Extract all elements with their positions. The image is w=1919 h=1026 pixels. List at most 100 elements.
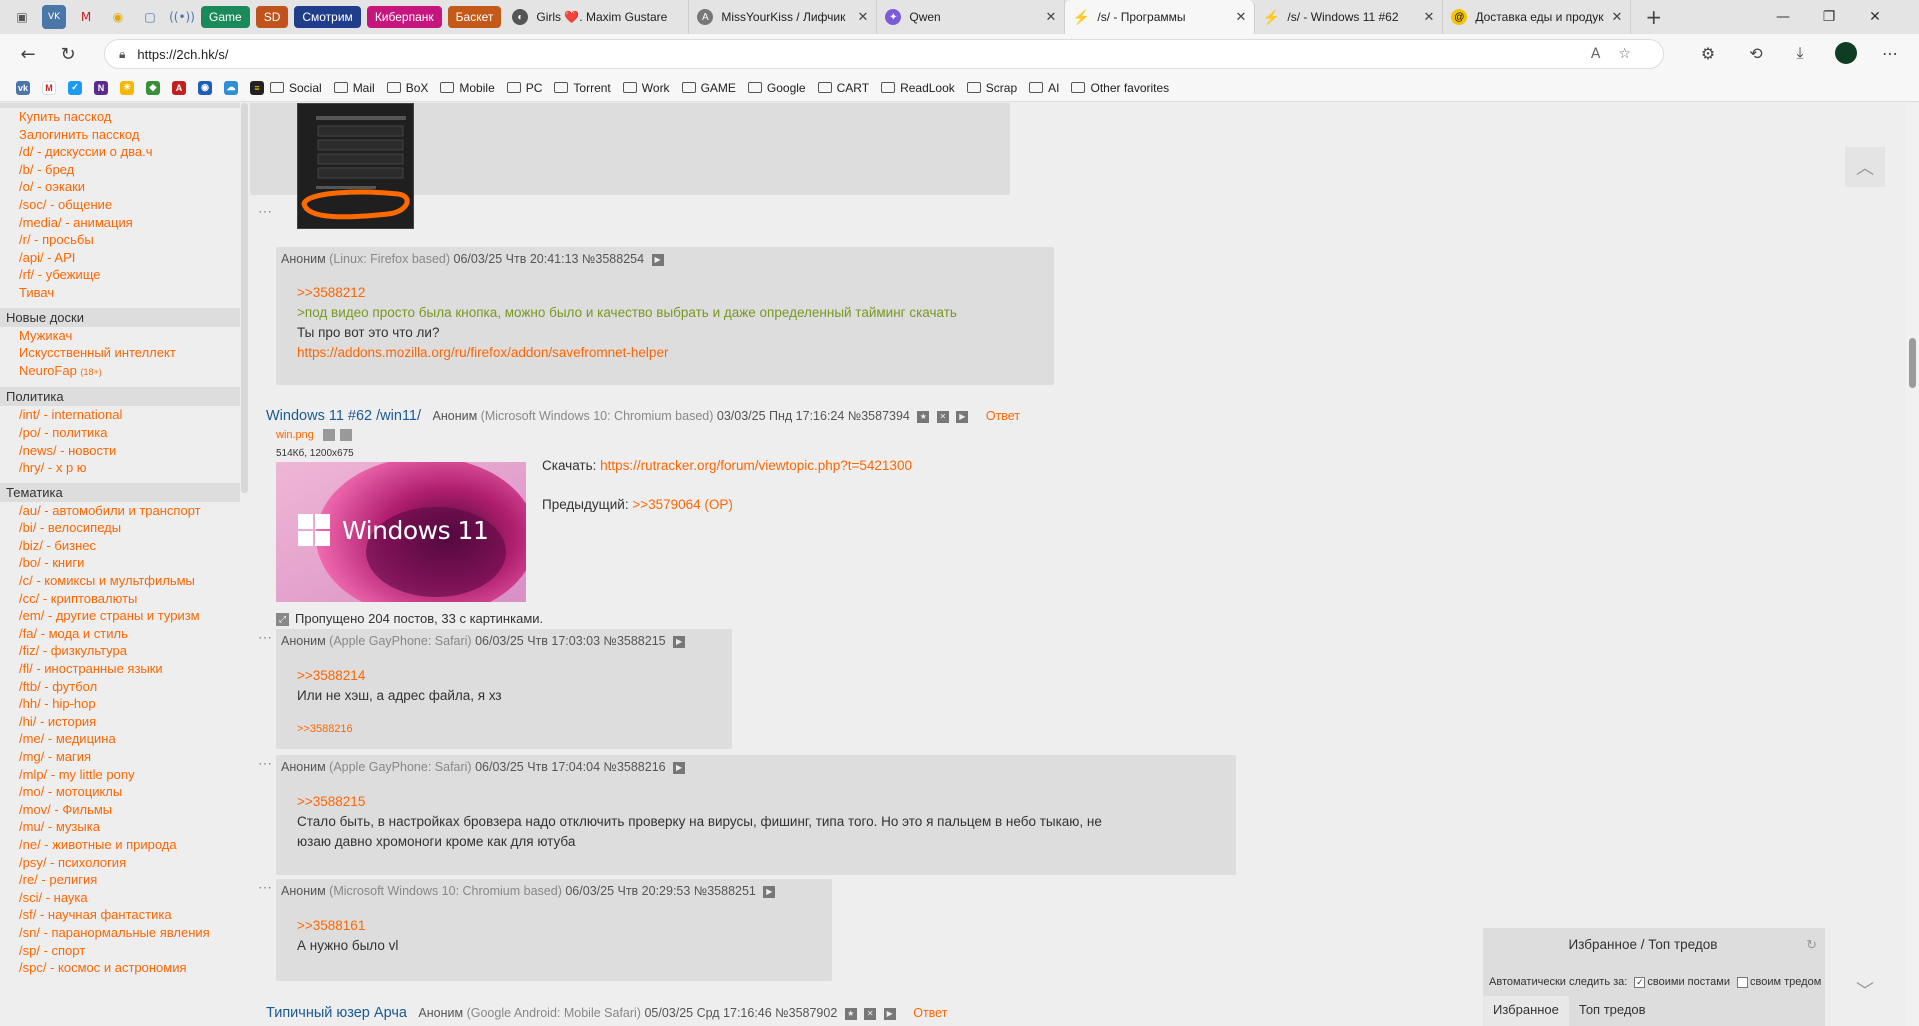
sun-favicon[interactable]: ☀ <box>120 80 134 95</box>
tab-actions-icon[interactable]: ▣ <box>10 5 34 29</box>
sidebar-board-link[interactable]: NeuroFap (18+) <box>0 362 240 382</box>
window-tab-icon[interactable]: ▢ <box>138 5 162 29</box>
sidebar-board-link[interactable]: /api/ - API <box>0 249 240 267</box>
gmail-favicon[interactable]: M <box>42 80 56 95</box>
post-number[interactable]: №3587394 <box>848 409 910 423</box>
favorites-folder[interactable]: ReadLook <box>881 81 955 95</box>
address-bar-actions[interactable]: A☆ <box>1591 46 1649 62</box>
post-menu-icon[interactable]: ⋯ <box>258 879 272 896</box>
play-icon[interactable]: ▶ <box>956 410 969 423</box>
sidebar-board-link[interactable]: /media/ - анимация <box>0 214 240 232</box>
star-icon[interactable]: ★ <box>844 1007 857 1020</box>
post-number[interactable]: №3588216 <box>604 760 666 774</box>
sidebar-board-link[interactable]: /hry/ - х р ю <box>0 459 240 477</box>
post-number[interactable]: №3587902 <box>775 1006 837 1020</box>
sidebar-board-link[interactable]: Залогинить пасскод <box>0 126 240 144</box>
favorites-folder[interactable]: Google <box>747 81 806 95</box>
sidebar-board-link[interactable]: /spc/ - космос и астрономия <box>0 959 240 977</box>
skipped-posts[interactable]: ⤢ Пропущено 204 постов, 33 с картинками. <box>276 611 543 627</box>
sidebar-board-link[interactable]: /news/ - новости <box>0 442 240 460</box>
page-scrollbar-thumb[interactable] <box>1909 338 1916 388</box>
sidebar-board-link[interactable]: /sf/ - научная фантастика <box>0 906 240 924</box>
download-link[interactable]: https://rutracker.org/forum/viewtopic.ph… <box>600 458 912 473</box>
page-scrollbar[interactable] <box>1906 103 1919 1026</box>
favorites-folder[interactable]: GAME <box>681 81 736 95</box>
tab-close-icon[interactable]: ✕ <box>1423 9 1434 25</box>
favorites-folder[interactable]: BoX <box>386 81 428 95</box>
sidebar-board-link[interactable]: /ne/ - животные и природа <box>0 836 240 854</box>
post-menu-icon[interactable]: ⋯ <box>258 629 272 646</box>
more-menu-icon[interactable]: ⋯ <box>1876 39 1904 67</box>
post-number[interactable]: №3588215 <box>604 634 666 648</box>
history-icon[interactable]: ⟲ <box>1742 39 1770 67</box>
sidebar-board-link[interactable]: /au/ - автомобили и транспорт <box>0 502 240 520</box>
tab-close-icon[interactable]: ✕ <box>1611 9 1622 25</box>
play-icon[interactable]: ▶ <box>673 635 686 648</box>
favorites-folder[interactable]: Work <box>622 81 670 95</box>
sidebar-board-link[interactable]: /bi/ - велосипеды <box>0 519 240 537</box>
sidebar-board-link[interactable]: /hh/ - hip-hop <box>0 695 240 713</box>
tab-girls[interactable]: ◐ Girls ❤️. Maxim Gustare <box>504 0 690 34</box>
post-number[interactable]: №3588251 <box>694 884 756 898</box>
sidebar-board-link[interactable]: /hi/ - история <box>0 713 240 731</box>
backlink[interactable]: >>3588216 <box>297 723 353 735</box>
extensions-icon[interactable]: ⚙ <box>1694 39 1722 67</box>
sidebar-board-link[interactable]: /fiz/ - физкультура <box>0 642 240 660</box>
tab-s-programs[interactable]: ⚡ /s/ - Программы ✕ <box>1065 0 1256 34</box>
tab-favorites[interactable]: Избранное <box>1483 996 1569 1026</box>
star-icon[interactable]: ★ <box>917 410 930 423</box>
post-image-firefox-tools[interactable] <box>297 103 414 229</box>
tab-group-1[interactable]: SD <box>255 6 289 28</box>
favorites-folder[interactable]: AI <box>1029 81 1059 95</box>
sidebar-board-link[interactable]: /mu/ - музыка <box>0 818 240 836</box>
sidebar-board-link[interactable]: /ftb/ - футбол <box>0 678 240 696</box>
previous-thread-link[interactable]: >>3579064 (OP) <box>632 497 733 512</box>
address-bar[interactable]: 🔒︎ https://2ch.hk/s/ A☆ <box>104 39 1664 69</box>
reply-reference[interactable]: >>3588214 <box>297 666 502 686</box>
gmail-tab-icon[interactable]: M <box>74 5 98 29</box>
sidebar-board-link[interactable]: Тивач <box>0 284 240 302</box>
sidebar-board-link[interactable]: /d/ - дискуссии о два.ч <box>0 143 240 161</box>
aliexpress-favicon[interactable]: A <box>172 80 186 95</box>
play-icon[interactable]: ▶ <box>763 885 776 898</box>
sidebar-board-link[interactable]: /fl/ - иностранные языки <box>0 660 240 678</box>
back-arrow-icon[interactable]: ← <box>12 38 44 70</box>
sidebar-board-link[interactable]: /bo/ - книги <box>0 554 240 572</box>
favorites-folder[interactable]: Torrent <box>554 81 611 95</box>
sidebar-board-link[interactable]: /fa/ - мода и стиль <box>0 625 240 643</box>
reply-button[interactable]: Ответ <box>986 409 1020 423</box>
hide-icon[interactable]: ✕ <box>864 1007 877 1020</box>
tab-s-windows11[interactable]: ⚡ /s/ - Windows 11 #62 ✕ <box>1255 0 1444 34</box>
sidebar-board-link[interactable]: /mov/ - Фильмы <box>0 801 240 819</box>
reply-button[interactable]: Ответ <box>913 1006 947 1020</box>
scroll-to-top-button[interactable]: ︿ <box>1845 147 1885 187</box>
tab-food-delivery[interactable]: @ Доставка еды и продук ✕ <box>1443 0 1632 34</box>
sidebar-board-link[interactable]: /mo/ - мотоциклы <box>0 783 240 801</box>
tab-missyourkiss[interactable]: A MissYourKiss / Лифчик ✕ <box>689 0 878 34</box>
play-icon[interactable]: ▶ <box>883 1007 896 1020</box>
thread-title[interactable]: Windows 11 #62 /win11/ <box>266 408 421 424</box>
favorites-folder[interactable]: Other favorites <box>1071 81 1169 95</box>
favorites-folder[interactable]: Mail <box>333 81 375 95</box>
sidebar-board-link[interactable]: /cc/ - криптовалюты <box>0 590 240 608</box>
sidebar-board-link[interactable]: /o/ - оэкаки <box>0 178 240 196</box>
expand-icon[interactable]: ⤢ <box>276 613 289 627</box>
post-number[interactable]: №3588254 <box>582 252 644 266</box>
lock-icon[interactable]: 🔒︎ <box>119 47 125 62</box>
minimize-button[interactable]: — <box>1760 0 1806 34</box>
sidebar-board-link[interactable]: /psy/ - психология <box>0 854 240 872</box>
sidebar-board-link[interactable]: /biz/ - бизнес <box>0 537 240 555</box>
sidebar-board-link[interactable]: /soc/ - общение <box>0 196 240 214</box>
radio-favicon[interactable]: ◉ <box>198 80 212 95</box>
sidebar-board-link[interactable]: /c/ - комиксы и мультфильмы <box>0 572 240 590</box>
sidebar-board-link[interactable]: /mg/ - магия <box>0 748 240 766</box>
beeline-favicon[interactable]: ≡ <box>250 80 264 95</box>
thread-image-win11[interactable]: Windows 11 <box>276 462 526 602</box>
play-icon[interactable]: ▶ <box>673 761 686 774</box>
file-name[interactable]: win.png <box>276 429 314 441</box>
tab-close-icon[interactable]: ✕ <box>1235 9 1246 25</box>
reply-reference[interactable]: >>3588215 <box>297 792 1102 812</box>
post-menu-icon[interactable]: ⋯ <box>258 755 272 772</box>
downloads-icon[interactable]: ⤓ <box>1786 39 1814 67</box>
favorites-folder[interactable]: Social <box>270 81 322 95</box>
